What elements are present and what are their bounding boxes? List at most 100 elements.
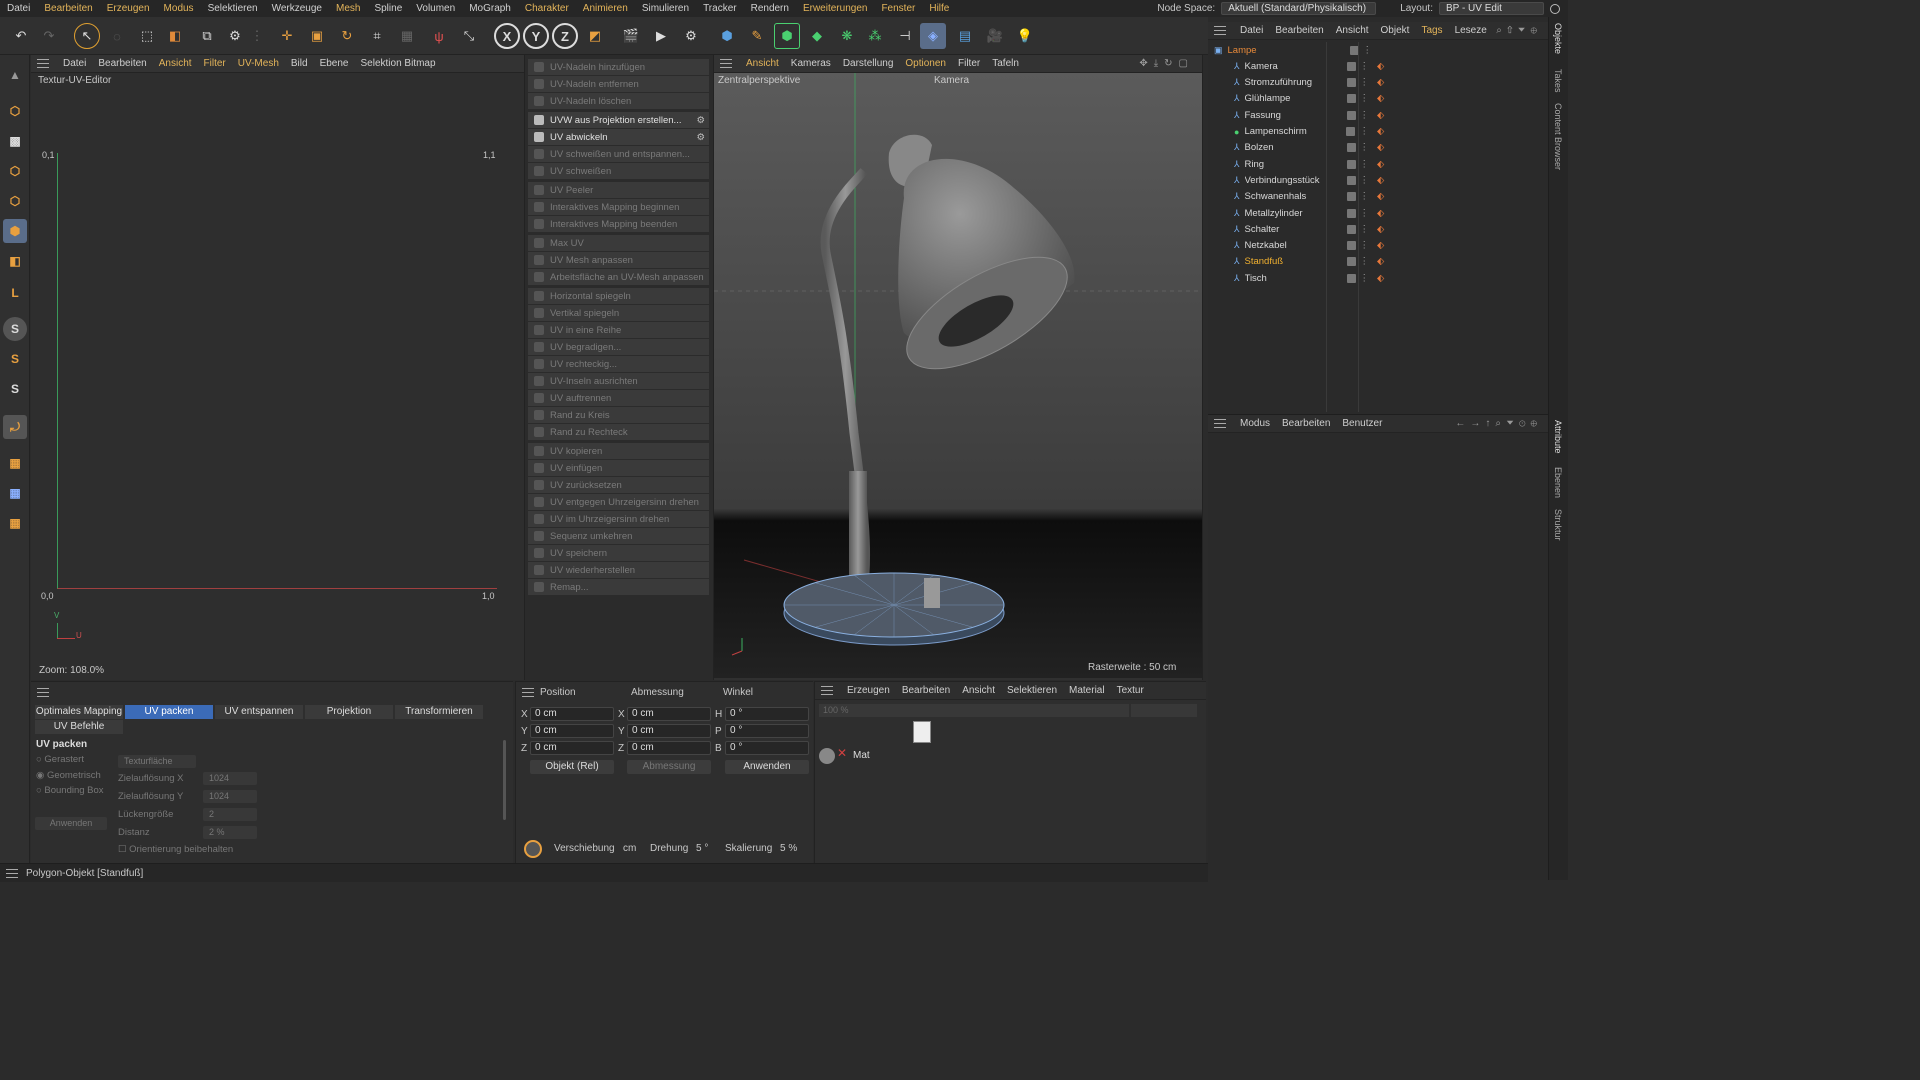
hamburger-icon[interactable] [1214, 26, 1226, 35]
uv-canvas[interactable] [57, 153, 497, 589]
rot-h-input[interactable]: 0 ° [725, 707, 809, 721]
uv-command-item[interactable]: UV-Nadeln entfernen [528, 76, 709, 92]
hamburger-icon[interactable] [522, 688, 534, 697]
menu-rendern[interactable]: Rendern [744, 3, 796, 14]
object-tree-item[interactable]: ⅄ Glühlampe ⋮ ⬖ [1208, 91, 1548, 107]
field-icon[interactable]: ◈ [920, 23, 946, 49]
menu-fenster[interactable]: Fenster [874, 3, 922, 14]
tab-uv-befehle[interactable]: UV Befehle [35, 720, 123, 734]
visibility-toggle[interactable] [1346, 159, 1356, 169]
uv-command-item[interactable]: UV entgegen Uhrzeigersinn drehen [528, 494, 709, 510]
object-tree-item[interactable]: ⅄ Standfuß ⋮ ⬖ [1208, 254, 1548, 270]
visibility-toggle[interactable] [1346, 224, 1356, 234]
scale-step-value[interactable]: 5 % [780, 843, 797, 854]
texture-tag-icon[interactable]: ⬖ [1377, 175, 1384, 186]
uv-command-item[interactable]: UV Peeler [528, 182, 709, 198]
render-dots-icon[interactable]: ⋮ [1360, 273, 1370, 284]
uv-menu-bearbeiten[interactable]: Bearbeiten [92, 58, 152, 69]
visibility-toggle[interactable] [1346, 94, 1356, 104]
pen-icon[interactable]: ✎ [744, 23, 770, 49]
object-tree-item[interactable]: ⅄ Bolzen ⋮ ⬖ [1208, 140, 1548, 156]
uv-command-item[interactable]: Interaktives Mapping beginnen [528, 199, 709, 215]
visibility-toggle[interactable] [1346, 78, 1356, 88]
solo-hierarchy-icon[interactable]: S [3, 347, 27, 371]
object-name[interactable]: Schwanenhals [1245, 191, 1331, 202]
object-name[interactable]: Glühlampe [1245, 93, 1331, 104]
workplane-icon[interactable]: ▦ [3, 451, 27, 475]
om-toolbar-icons[interactable]: ⌕⇧⏷⊕ [1496, 25, 1542, 36]
visibility-toggle[interactable] [1346, 110, 1356, 120]
hamburger-icon[interactable] [6, 868, 18, 878]
psr-icon[interactable]: ψ [426, 23, 452, 49]
object-name[interactable]: Kamera [1245, 61, 1331, 72]
layout-dropdown[interactable]: BP - UV Edit [1439, 2, 1544, 15]
menu-datei[interactable]: Datei [0, 3, 37, 14]
extrude-icon[interactable]: ◆ [804, 23, 830, 49]
attr-menu-modus[interactable]: Modus [1234, 418, 1276, 429]
distance-input[interactable]: 2 % [203, 826, 257, 839]
solo-icon[interactable]: S [3, 317, 27, 341]
tab-attribute[interactable]: Attribute [1553, 420, 1563, 454]
menu-selektieren[interactable]: Selektieren [201, 3, 265, 14]
vp-menu-filter[interactable]: Filter [952, 58, 986, 69]
object-name[interactable]: Verbindungsstück [1245, 175, 1331, 186]
texture-mode-icon[interactable]: ▩ [3, 129, 27, 153]
coord-size-dropdown[interactable]: Abmessung [627, 760, 711, 774]
light-icon[interactable]: 💡 [1012, 23, 1038, 49]
uv-menu-ansicht[interactable]: Ansicht [153, 58, 198, 69]
tab-optimales-mapping[interactable]: Optimales Mapping [35, 705, 123, 719]
attr-menu-bearbeiten[interactable]: Bearbeiten [1276, 418, 1336, 429]
vp-menu-darstellung[interactable]: Darstellung [837, 58, 900, 69]
tab-uv-entspannen[interactable]: UV entspannen [215, 705, 303, 719]
res-y-input[interactable]: 1024 [203, 790, 257, 803]
object-tree-item[interactable]: ● Lampenschirm ⋮ ⬖ [1208, 124, 1548, 140]
render-dots-icon[interactable]: ⋮ [1359, 126, 1369, 137]
render-dots-icon[interactable]: ⋮ [1360, 110, 1370, 121]
live-selection-icon[interactable]: ◌ [104, 23, 130, 49]
rotation-step-value[interactable]: 5 ° [696, 843, 708, 854]
gap-input[interactable]: 2 [203, 808, 257, 821]
texture-tag-icon[interactable]: ⬖ [1377, 61, 1384, 72]
mat-menu-textur[interactable]: Textur [1111, 685, 1150, 696]
menu-volumen[interactable]: Volumen [409, 3, 462, 14]
uv-menu-ebene[interactable]: Ebene [314, 58, 355, 69]
tab-objekte[interactable]: Objekte [1553, 23, 1563, 54]
rotate-tool-icon[interactable]: ↻ [334, 23, 360, 49]
uv-command-item[interactable]: UV im Uhrzeigersinn drehen [528, 511, 709, 527]
floor-icon[interactable]: ▤ [952, 23, 978, 49]
render-dots-icon[interactable]: ⋮ [1360, 191, 1370, 202]
axis-icon[interactable]: ⤡ [456, 23, 482, 49]
vp-menu-optionen[interactable]: Optionen [899, 58, 952, 69]
object-tree-item[interactable]: ⅄ Netzkabel ⋮ ⬖ [1208, 238, 1548, 254]
visibility-toggle[interactable] [1346, 273, 1356, 283]
move-tool-icon[interactable]: ✛ [274, 23, 300, 49]
search-icon[interactable] [1550, 3, 1560, 14]
texture-thumbnail[interactable] [913, 721, 931, 743]
uv-command-item[interactable]: UV speichern [528, 545, 709, 561]
render-dots-icon[interactable]: ⋮ [1360, 208, 1370, 219]
texture-area-dropdown[interactable]: Texturfläche [118, 755, 196, 768]
uv-command-item[interactable]: UV auftrennen [528, 390, 709, 406]
object-name[interactable]: Metallzylinder [1245, 208, 1331, 219]
menu-modus[interactable]: Modus [157, 3, 201, 14]
texture-tag-icon[interactable]: ⬖ [1377, 142, 1384, 153]
render-dots-icon[interactable]: ⋮ [1360, 256, 1370, 267]
object-tree-item[interactable]: ⅄ Fassung ⋮ ⬖ [1208, 107, 1548, 123]
uv-command-item[interactable]: UV wiederherstellen [528, 562, 709, 578]
uv-command-item[interactable]: Horizontal spiegeln [528, 288, 709, 304]
uv-command-item[interactable]: Arbeitsfläche an UV-Mesh anpassen [528, 269, 709, 285]
uv-command-item[interactable]: UV-Nadeln hinzufügen [528, 59, 709, 75]
snap-icon[interactable]: ▦ [394, 23, 420, 49]
render-dots-icon[interactable]: ⋮ [1360, 159, 1370, 170]
visibility-toggle[interactable] [1346, 192, 1356, 202]
render-dots-icon[interactable]: ⋮ [1360, 224, 1370, 235]
coord-apply-button[interactable]: Anwenden [725, 760, 809, 774]
uv-command-item[interactable]: UV schweißen [528, 163, 709, 179]
render-dots-icon[interactable]: ⋮ [1360, 77, 1370, 88]
coordinate-system-icon[interactable]: ◩ [582, 23, 608, 49]
radio-geometrisch[interactable]: ◉ Geometrisch [36, 770, 101, 781]
menu-mograph[interactable]: MoGraph [462, 3, 518, 14]
menu-mesh[interactable]: Mesh [329, 3, 367, 14]
texture-tag-icon[interactable]: ⬖ [1377, 159, 1384, 170]
snapping-icon[interactable]: ⤾ [3, 415, 27, 439]
